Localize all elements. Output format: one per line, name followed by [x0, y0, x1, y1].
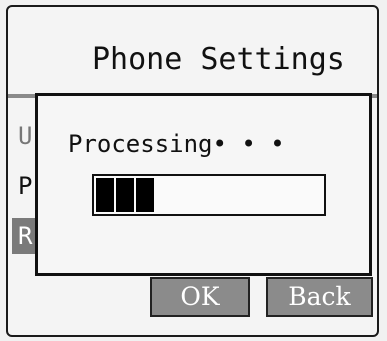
progress-segment [96, 178, 114, 212]
ok-button[interactable]: OK [150, 277, 250, 317]
processing-dialog: Processing• • • [35, 93, 372, 276]
progress-bar [92, 174, 326, 216]
title-bar: Phone Settings [8, 7, 377, 94]
progress-segment [116, 178, 134, 212]
back-button[interactable]: Back [266, 277, 373, 317]
progress-fill [96, 178, 154, 212]
progress-segment [136, 178, 154, 212]
phone-screen: Phone Settings U P R Processing• • • OK … [6, 5, 379, 337]
processing-message: Processing• • • [68, 130, 285, 158]
softkey-bar: OK Back [8, 275, 377, 321]
page-title: Phone Settings [92, 42, 345, 77]
